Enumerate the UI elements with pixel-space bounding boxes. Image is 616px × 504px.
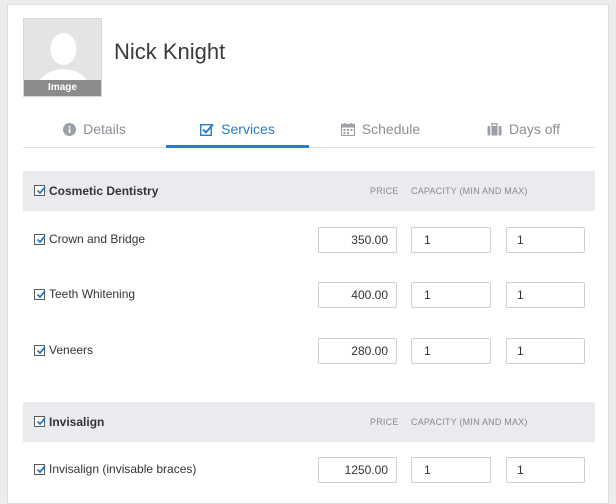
service-checkbox[interactable] (34, 289, 46, 300)
tab-days-off[interactable]: Days off (452, 111, 595, 147)
service-name: Invisalign (invisable braces) (49, 462, 197, 476)
service-row: Crown and Bridge (23, 227, 595, 253)
checkmark-icon (36, 186, 46, 195)
category-checkbox[interactable] (34, 185, 46, 196)
category-header: Cosmetic Dentistry PRICE CAPACITY (MIN A… (23, 171, 595, 211)
service-checkbox[interactable] (34, 234, 46, 245)
price-column-header: PRICE (370, 417, 399, 427)
capacity-column-header: CAPACITY (MIN AND MAX) (411, 186, 528, 196)
min-capacity-input[interactable] (411, 338, 491, 364)
category-title: Cosmetic Dentistry (49, 184, 159, 198)
checkbox-edit-icon (200, 123, 214, 136)
checkmark-icon (36, 417, 46, 426)
capacity-column-header: CAPACITY (MIN AND MAX) (411, 417, 528, 427)
tab-details[interactable]: Details (23, 111, 166, 147)
service-name: Crown and Bridge (49, 232, 146, 246)
min-capacity-input[interactable] (411, 227, 491, 253)
tab-label: Days off (508, 121, 561, 137)
info-icon (63, 122, 77, 136)
price-input[interactable] (318, 227, 397, 253)
briefcase-icon (487, 122, 502, 136)
price-input[interactable] (318, 457, 397, 483)
avatar[interactable]: Image (23, 18, 102, 97)
checkmark-icon (36, 465, 46, 474)
price-input[interactable] (318, 338, 397, 364)
tab-bar: Details Services Schedule Days off (23, 111, 595, 148)
service-row: Teeth Whitening (23, 282, 595, 308)
service-name: Veneers (49, 343, 94, 357)
avatar-label: Image (24, 80, 101, 96)
service-row: Invisalign (invisable braces) (23, 457, 595, 483)
min-capacity-input[interactable] (411, 282, 491, 308)
max-capacity-input[interactable] (506, 338, 585, 364)
service-row: Veneers (23, 338, 595, 364)
tab-label: Details (83, 121, 126, 137)
tab-label: Schedule (361, 121, 421, 137)
price-column-header: PRICE (370, 186, 399, 196)
category-header: Invisalign PRICE CAPACITY (MIN AND MAX) (23, 402, 595, 442)
category-title: Invisalign (49, 415, 105, 429)
tab-label: Services (221, 121, 275, 137)
checkmark-icon (36, 346, 46, 355)
service-checkbox[interactable] (34, 464, 46, 475)
service-name: Teeth Whitening (49, 287, 136, 301)
checkmark-icon (36, 290, 46, 299)
tab-services[interactable]: Services (166, 111, 309, 148)
calendar-icon (340, 122, 355, 136)
max-capacity-input[interactable] (506, 457, 585, 483)
employee-name: Nick Knight (114, 39, 226, 64)
max-capacity-input[interactable] (506, 282, 585, 308)
category-checkbox[interactable] (34, 416, 46, 427)
employee-panel: Image Nick Knight Details Services Sched… (7, 4, 609, 504)
service-checkbox[interactable] (34, 345, 46, 356)
tab-schedule[interactable]: Schedule (309, 111, 452, 147)
min-capacity-input[interactable] (411, 457, 491, 483)
price-input[interactable] (318, 282, 397, 308)
checkmark-icon (36, 235, 46, 244)
max-capacity-input[interactable] (506, 227, 585, 253)
